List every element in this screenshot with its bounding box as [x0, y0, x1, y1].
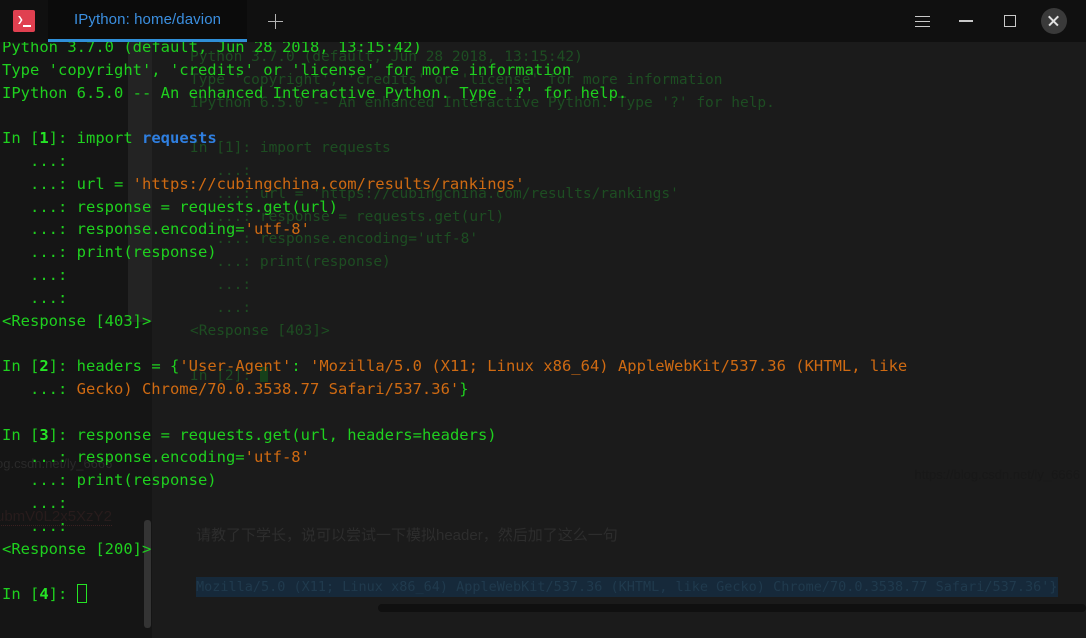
input-prompt-3: In [3]: response = requests.get(url, hea…: [2, 424, 1086, 447]
continuation-prompt: ...:: [2, 220, 77, 239]
string-user-agent-value-2: Gecko) Chrome/70.0.3538.77 Safari/537.36…: [76, 379, 460, 398]
app-icon-cell: ❯: [0, 0, 48, 42]
continuation-line: ...: print(response): [2, 241, 1086, 264]
banner-line: IPython 6.5.0 -- An enhanced Interactive…: [2, 82, 1086, 105]
code-print: print(response): [76, 243, 217, 262]
continuation-prompt: ...:: [2, 151, 68, 170]
plus-icon: [267, 13, 283, 29]
module-requests: requests: [142, 129, 217, 148]
text-cursor[interactable]: [76, 584, 87, 604]
input-prompt-4: In [4]:: [2, 583, 1086, 606]
continuation-prompt: ...:: [2, 516, 68, 535]
banner-text: Type 'copyright', 'credits' or 'license'…: [2, 60, 572, 79]
close-icon[interactable]: [1041, 8, 1067, 34]
banner-line: Type 'copyright', 'credits' or 'license'…: [2, 59, 1086, 82]
tab-ipython-home-davion[interactable]: IPython: home/davion: [48, 0, 248, 42]
continuation-prompt: ...:: [2, 197, 77, 216]
continuation-line: ...: url = 'https://cubingchina.com/resu…: [2, 173, 1086, 196]
continuation-line: ...: response.encoding='utf-8': [2, 218, 1086, 241]
continuation-line: ...:: [2, 492, 1086, 515]
continuation-line: ...: Gecko) Chrome/70.0.3538.77 Safari/5…: [2, 378, 1086, 401]
continuation-line: ...:: [2, 287, 1086, 310]
hamburger-icon: [914, 15, 930, 27]
maximize-button[interactable]: [988, 0, 1032, 42]
continuation-line: ...: response = requests.get(url): [2, 196, 1086, 219]
prompt-close-label: ]:: [48, 425, 77, 444]
prompt-in-label: In [: [2, 357, 40, 376]
prompt-number: 2: [39, 357, 49, 376]
prompt-number: 3: [39, 425, 49, 444]
string-url: 'https://cubingchina.com/results/ranking…: [132, 174, 525, 193]
banner-text: IPython 6.5.0 -- An enhanced Interactive…: [2, 83, 628, 102]
window-controls: [900, 0, 1086, 42]
code-requests-get-headers: response = requests.get(url, headers=hea…: [76, 425, 497, 444]
continuation-prompt: ...:: [2, 174, 77, 193]
response-200-text: <Response [200]>: [2, 539, 152, 558]
new-tab-button[interactable]: [247, 0, 303, 42]
continuation-prompt: ...:: [2, 265, 68, 284]
prompt-close-label: ]:: [48, 129, 77, 148]
underscore-glyph: [23, 25, 31, 27]
code-headers-assign: headers =: [76, 357, 170, 376]
continuation-prompt: ...:: [2, 448, 77, 467]
input-prompt-2: In [2]: headers = {'User-Agent': 'Mozill…: [2, 355, 1086, 378]
minimize-icon: [959, 20, 973, 22]
prompt-close-label: ]:: [48, 585, 77, 604]
prompt-in-label: In [: [2, 585, 40, 604]
menu-button[interactable]: [900, 0, 944, 42]
continuation-prompt: ...:: [2, 493, 68, 512]
continuation-line: ...: response.encoding='utf-8': [2, 446, 1086, 469]
brace-open: {: [170, 357, 180, 376]
response-403-text: <Response [403]>: [2, 311, 152, 330]
chevron-right-glyph: ❯: [17, 13, 24, 26]
minimize-button[interactable]: [944, 0, 988, 42]
prompt-close-label: ]:: [48, 357, 77, 376]
prompt-in-label: In [: [2, 129, 40, 148]
continuation-line: ...: print(response): [2, 469, 1086, 492]
output-line-200: <Response [200]>: [2, 538, 1086, 561]
input-prompt-1: In [1]: import requests: [2, 127, 1086, 150]
continuation-prompt: ...:: [2, 379, 77, 398]
string-utf8: 'utf-8': [244, 448, 310, 467]
code-print: print(response): [76, 471, 217, 490]
terminal-icon: ❯: [13, 10, 35, 32]
prompt-number: 1: [39, 129, 49, 148]
terminal-window: Python 3.7.0 (default, Jun 28 2018, 13:1…: [0, 0, 1086, 638]
string-user-agent-key: 'User-Agent': [179, 357, 292, 376]
code-encoding-assign: response.encoding=: [76, 448, 245, 467]
brace-close: }: [459, 379, 469, 398]
tab-label: IPython: home/davion: [74, 11, 222, 28]
code-encoding-assign: response.encoding=: [76, 220, 245, 239]
prompt-in-label: In [: [2, 425, 40, 444]
continuation-line: ...:: [2, 150, 1086, 173]
code-requests-get: response = requests.get(url): [76, 197, 338, 216]
continuation-prompt: ...:: [2, 471, 77, 490]
dict-colon: :: [291, 357, 310, 376]
title-bar: ❯ IPython: home/davion: [0, 0, 1086, 42]
maximize-icon: [1004, 15, 1016, 27]
code-url-assign: url =: [76, 174, 133, 193]
output-line-403: <Response [403]>: [2, 310, 1086, 333]
prompt-number: 4: [39, 585, 49, 604]
string-utf8: 'utf-8': [244, 220, 310, 239]
continuation-line: ...:: [2, 264, 1086, 287]
close-button-cell[interactable]: [1032, 0, 1076, 42]
continuation-line: ...:: [2, 515, 1086, 538]
terminal-output[interactable]: Python 3.7.0 (default, Jun 28 2018, 13:1…: [0, 36, 1086, 638]
keyword-import: import: [76, 129, 142, 148]
string-user-agent-value-1: 'Mozilla/5.0 (X11; Linux x86_64) AppleWe…: [310, 357, 908, 376]
continuation-prompt: ...:: [2, 288, 68, 307]
continuation-prompt: ...:: [2, 243, 77, 262]
